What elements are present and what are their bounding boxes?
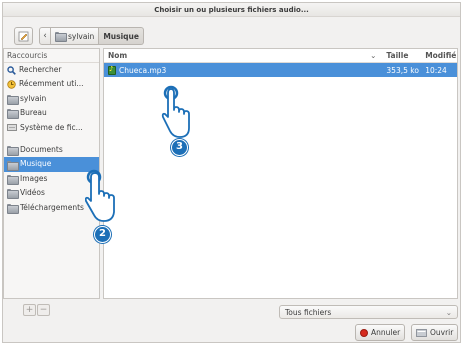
file-modified: 10:24: [425, 65, 447, 75]
pointer-hand-icon-2: [85, 169, 115, 222]
cancel-icon: [360, 328, 368, 337]
crumb-sylvain[interactable]: sylvain: [51, 27, 100, 45]
window-title: Choisir un ou plusieurs fichiers audio..…: [3, 3, 460, 17]
folder-icon: [7, 109, 19, 120]
audio-file-icon: [108, 65, 116, 75]
sidebar-item-label: Rechercher: [19, 65, 62, 74]
sidebar-separator: [4, 135, 99, 143]
folder-icon: [7, 146, 19, 157]
cancel-label: Annuler: [371, 328, 401, 337]
sidebar-item-label: Récemment uti...: [19, 79, 84, 89]
sidebar-item-label: Téléchargements: [20, 202, 84, 212]
crumb-musique[interactable]: Musique: [99, 27, 144, 45]
file-row[interactable]: Chueca.mp3 353,5 ko 10:24: [104, 63, 457, 77]
file-list-header: Nom ⌄ Taille Modifié: [104, 49, 457, 63]
file-list: Nom ⌄ Taille Modifié Chueca.mp3 353,5 ko…: [103, 48, 458, 299]
folder-icon: [7, 203, 19, 214]
sidebar-item-label: sylvain: [20, 93, 47, 103]
sidebar-item-label: Vidéos: [20, 188, 45, 198]
column-modified-header[interactable]: Modifié: [422, 51, 457, 60]
sidebar-item-label: Images: [20, 173, 48, 183]
sidebar-item-label: Bureau: [20, 108, 47, 118]
music-folder-icon: [7, 160, 19, 171]
sidebar-item-documents[interactable]: Documents: [4, 143, 99, 157]
chevron-left-icon: ‹: [43, 31, 47, 41]
path-bar: ‹ sylvain Musique: [14, 25, 144, 47]
sidebar-buttons: + −: [3, 301, 100, 317]
sidebar-item-label: Système de fic...: [20, 122, 83, 132]
sidebar-item-label: Musique: [20, 159, 52, 169]
folder-icon: [7, 189, 19, 200]
home-folder-icon: [55, 32, 67, 42]
sidebar-header: Raccourcis: [4, 49, 99, 63]
chevron-down-icon: ⌄: [445, 307, 452, 317]
sidebar-item-recent[interactable]: Récemment uti...: [4, 77, 99, 91]
cancel-button[interactable]: Annuler: [355, 324, 406, 341]
edit-location-button[interactable]: [14, 27, 33, 45]
remove-bookmark-button[interactable]: −: [37, 304, 50, 316]
column-name-label: Nom: [108, 51, 128, 60]
pencil-icon: [18, 31, 29, 41]
sort-indicator-icon: ⌄: [370, 51, 377, 60]
crumb-label: Musique: [103, 31, 139, 41]
open-label: Ouvrir: [430, 328, 454, 337]
file-type-filter[interactable]: Tous fichiers ⌄: [279, 305, 458, 319]
sidebar-item-sylvain[interactable]: sylvain: [4, 92, 99, 106]
file-name: Chueca.mp3: [119, 65, 167, 75]
file-name-cell: Chueca.mp3: [104, 65, 382, 75]
sidebar-item-bureau[interactable]: Bureau: [4, 106, 99, 120]
sidebar-item-rechercher[interactable]: Rechercher: [4, 63, 99, 77]
search-icon: [7, 65, 16, 75]
drive-icon: [7, 124, 17, 132]
step-2-badge: 2: [94, 226, 111, 243]
recent-icon: [7, 80, 16, 89]
sidebar-item-systeme[interactable]: Système de fic...: [4, 121, 99, 135]
folder-icon: [7, 174, 19, 185]
file-size: 353,5 ko: [386, 65, 419, 75]
pointer-hand-icon-3: [161, 85, 190, 138]
column-size-header[interactable]: Taille: [382, 51, 422, 60]
step-3-badge: 3: [171, 139, 188, 156]
add-bookmark-button[interactable]: +: [23, 304, 36, 316]
open-button[interactable]: Ouvrir: [411, 324, 459, 341]
filter-label: Tous fichiers: [285, 307, 332, 317]
home-folder-icon: [7, 94, 19, 105]
open-folder-icon: [416, 329, 427, 337]
column-name-header[interactable]: Nom ⌄: [104, 51, 382, 60]
path-back-button[interactable]: ‹: [39, 27, 51, 45]
crumb-label: sylvain: [68, 31, 95, 41]
sidebar-item-label: Documents: [20, 144, 63, 154]
